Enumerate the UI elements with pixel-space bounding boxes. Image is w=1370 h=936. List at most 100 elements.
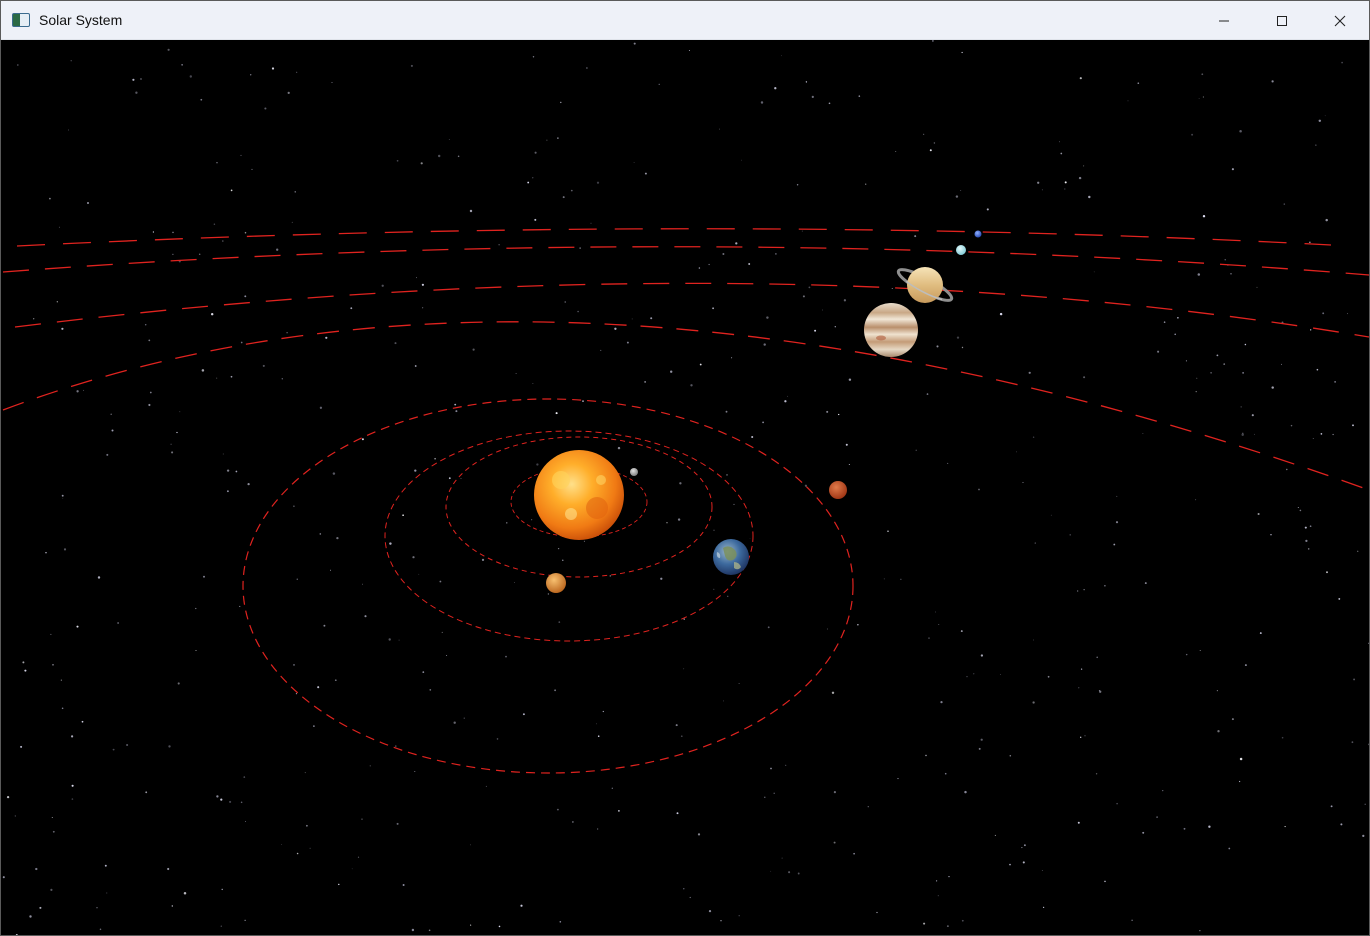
- star: [1297, 506, 1299, 509]
- star: [45, 552, 47, 554]
- star: [797, 872, 800, 875]
- star: [626, 341, 629, 344]
- star: [590, 222, 592, 224]
- star: [748, 263, 751, 265]
- star: [276, 248, 279, 251]
- star: [1202, 96, 1204, 98]
- star: [410, 64, 413, 67]
- star: [394, 342, 397, 345]
- star: [144, 323, 147, 326]
- scene-viewport[interactable]: [1, 40, 1369, 936]
- title-bar[interactable]: Solar System: [1, 1, 1369, 40]
- star: [183, 892, 187, 895]
- star: [460, 478, 462, 479]
- star: [148, 339, 151, 342]
- star: [1000, 674, 1001, 675]
- star: [250, 74, 252, 76]
- star: [1340, 823, 1343, 826]
- star: [633, 162, 635, 164]
- star: [722, 253, 725, 255]
- star: [572, 821, 574, 823]
- planet-sun[interactable]: [534, 450, 624, 540]
- star: [1286, 468, 1288, 471]
- star: [555, 412, 558, 415]
- star: [960, 630, 963, 633]
- star: [1195, 499, 1197, 501]
- orbit-uranus: [2, 246, 1369, 276]
- star: [925, 754, 927, 757]
- star: [470, 844, 471, 846]
- star: [857, 624, 859, 626]
- star: [398, 639, 400, 641]
- star: [845, 443, 848, 446]
- star: [439, 580, 442, 583]
- star: [111, 429, 114, 432]
- star: [961, 346, 964, 349]
- star: [334, 679, 337, 682]
- star: [135, 91, 138, 94]
- planet-uranus[interactable]: [956, 245, 966, 255]
- star: [104, 864, 107, 867]
- star: [1223, 363, 1226, 365]
- close-button[interactable]: [1311, 1, 1369, 40]
- star: [35, 867, 38, 871]
- star: [559, 921, 562, 923]
- star: [933, 142, 936, 144]
- star: [172, 253, 174, 256]
- star: [422, 307, 424, 309]
- planet-mars[interactable]: [829, 481, 847, 499]
- planet-venus[interactable]: [546, 573, 566, 593]
- star: [923, 922, 926, 925]
- star: [1078, 687, 1080, 689]
- solar-system-scene[interactable]: [1, 40, 1369, 936]
- star: [1104, 880, 1106, 883]
- star: [923, 133, 925, 135]
- star: [811, 95, 814, 99]
- planet-saturn[interactable]: [895, 265, 955, 306]
- maximize-button[interactable]: [1253, 1, 1311, 40]
- star: [940, 700, 943, 704]
- planet-jupiter[interactable]: [864, 303, 918, 357]
- app-icon: [12, 13, 30, 27]
- star: [814, 329, 817, 332]
- minimize-button[interactable]: [1195, 1, 1253, 40]
- star: [843, 299, 847, 302]
- star: [966, 675, 968, 678]
- star: [86, 201, 90, 205]
- star: [1280, 363, 1282, 365]
- star: [784, 400, 787, 403]
- planet-mercury[interactable]: [630, 468, 638, 476]
- planet-earth[interactable]: [713, 539, 749, 575]
- star: [481, 558, 485, 562]
- star: [1257, 512, 1260, 516]
- star: [172, 231, 174, 234]
- star: [532, 382, 534, 384]
- planet-neptune[interactable]: [974, 230, 982, 238]
- star: [1364, 803, 1366, 806]
- star: [332, 472, 336, 475]
- star: [961, 51, 963, 54]
- star: [689, 896, 691, 899]
- star: [515, 372, 517, 375]
- star: [421, 283, 424, 286]
- star: [741, 159, 742, 161]
- star: [766, 316, 769, 319]
- star: [1080, 668, 1083, 670]
- star: [876, 911, 878, 914]
- star: [796, 184, 799, 186]
- star: [388, 638, 391, 641]
- star: [858, 95, 861, 97]
- star: [532, 56, 535, 58]
- star: [126, 743, 129, 747]
- star: [1322, 312, 1325, 315]
- star: [240, 341, 243, 344]
- star: [1037, 181, 1040, 184]
- star: [618, 810, 620, 812]
- star: [1283, 203, 1286, 205]
- star: [828, 102, 831, 105]
- star: [763, 343, 766, 346]
- star: [1098, 689, 1100, 692]
- star: [52, 663, 54, 666]
- star: [1060, 152, 1063, 155]
- star: [239, 605, 241, 607]
